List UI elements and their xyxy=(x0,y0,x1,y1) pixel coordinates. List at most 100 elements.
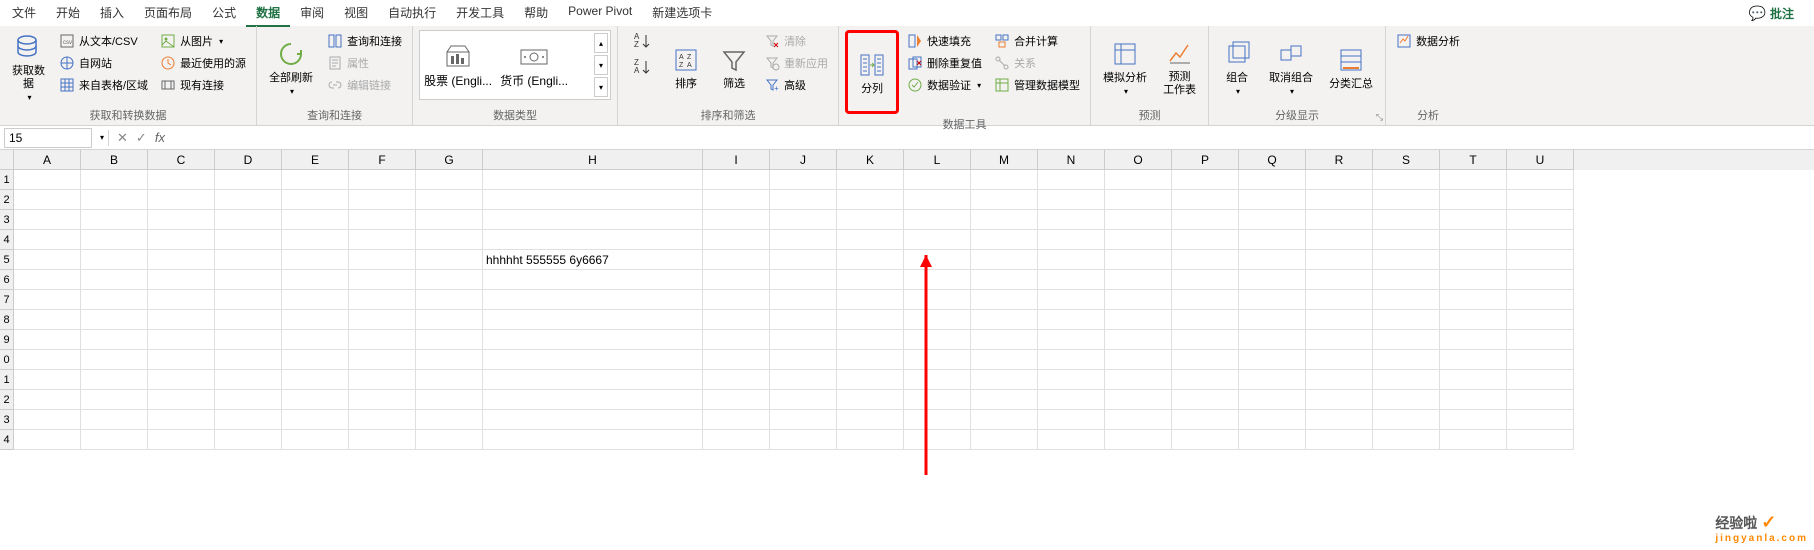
cell[interactable] xyxy=(1440,170,1507,190)
row-header[interactable]: 3 xyxy=(0,410,14,430)
cell[interactable] xyxy=(81,210,148,230)
cell[interactable] xyxy=(703,410,770,430)
cell[interactable] xyxy=(1239,390,1306,410)
cell[interactable] xyxy=(1306,250,1373,270)
cell[interactable] xyxy=(215,430,282,450)
cell[interactable] xyxy=(14,210,81,230)
cell[interactable] xyxy=(1507,230,1574,250)
cell[interactable] xyxy=(1172,190,1239,210)
cell[interactable] xyxy=(1440,410,1507,430)
cell[interactable] xyxy=(971,390,1038,410)
cell[interactable] xyxy=(282,230,349,250)
cell[interactable] xyxy=(1306,190,1373,210)
cell[interactable] xyxy=(1105,350,1172,370)
col-header[interactable]: O xyxy=(1105,150,1172,170)
cell[interactable] xyxy=(215,270,282,290)
cell[interactable] xyxy=(483,350,703,370)
cell[interactable] xyxy=(770,330,837,350)
cell[interactable] xyxy=(416,390,483,410)
cell[interactable] xyxy=(416,330,483,350)
cell[interactable] xyxy=(483,390,703,410)
cell[interactable] xyxy=(1239,210,1306,230)
select-all-corner[interactable] xyxy=(0,150,14,170)
cell[interactable] xyxy=(904,330,971,350)
cell[interactable] xyxy=(1373,370,1440,390)
cell[interactable] xyxy=(14,350,81,370)
cell[interactable] xyxy=(1105,430,1172,450)
cell[interactable] xyxy=(349,290,416,310)
cell[interactable] xyxy=(971,290,1038,310)
cell[interactable] xyxy=(1507,270,1574,290)
ungroup-button[interactable]: 取消组合 ▾ xyxy=(1263,30,1319,104)
cell[interactable] xyxy=(1373,310,1440,330)
cell[interactable] xyxy=(1373,430,1440,450)
dialog-launcher-icon[interactable]: ⤡ xyxy=(1376,112,1383,123)
cell[interactable] xyxy=(1172,210,1239,230)
cell[interactable] xyxy=(1373,170,1440,190)
cell[interactable] xyxy=(1373,210,1440,230)
cell[interactable] xyxy=(1038,230,1105,250)
cell[interactable] xyxy=(215,390,282,410)
filter-button[interactable]: 筛选 xyxy=(712,30,756,104)
cancel-formula-icon[interactable]: ✕ xyxy=(117,130,128,146)
cell[interactable] xyxy=(148,370,215,390)
cell[interactable] xyxy=(148,170,215,190)
cell[interactable] xyxy=(904,190,971,210)
cell[interactable] xyxy=(837,350,904,370)
cell[interactable] xyxy=(1105,330,1172,350)
row-header[interactable]: 8 xyxy=(0,310,14,330)
cell[interactable] xyxy=(416,250,483,270)
cell[interactable] xyxy=(282,210,349,230)
cell[interactable] xyxy=(1373,270,1440,290)
cell[interactable] xyxy=(148,410,215,430)
reapply-button[interactable]: 重新应用 xyxy=(760,52,832,74)
cell[interactable] xyxy=(14,310,81,330)
cell[interactable] xyxy=(215,170,282,190)
col-header[interactable]: D xyxy=(215,150,282,170)
cell[interactable] xyxy=(81,370,148,390)
cell[interactable] xyxy=(1440,430,1507,450)
cell[interactable] xyxy=(282,170,349,190)
cell[interactable] xyxy=(349,330,416,350)
cell[interactable] xyxy=(14,430,81,450)
comments-button[interactable]: 💬 批注 xyxy=(1741,3,1802,24)
col-header[interactable]: N xyxy=(1038,150,1105,170)
cell[interactable] xyxy=(1440,350,1507,370)
cell[interactable] xyxy=(1105,410,1172,430)
cell[interactable] xyxy=(14,370,81,390)
cell[interactable]: hhhhht 555555 6y6667 xyxy=(483,250,703,270)
cell[interactable] xyxy=(148,210,215,230)
cell[interactable] xyxy=(1507,210,1574,230)
cell[interactable] xyxy=(770,190,837,210)
data-type-gallery[interactable]: 股票 (Engli... 货币 (Engli... ▴ ▾ ▾ xyxy=(419,30,611,100)
cell[interactable] xyxy=(1172,370,1239,390)
cell[interactable] xyxy=(1038,330,1105,350)
data-validation-button[interactable]: 数据验证 ▾ xyxy=(903,74,986,96)
cell[interactable] xyxy=(1373,350,1440,370)
col-header[interactable]: C xyxy=(148,150,215,170)
cell[interactable] xyxy=(483,310,703,330)
cell[interactable] xyxy=(770,310,837,330)
cell[interactable] xyxy=(837,390,904,410)
cell[interactable] xyxy=(971,310,1038,330)
cell[interactable] xyxy=(837,190,904,210)
cell[interactable] xyxy=(1105,190,1172,210)
col-header[interactable]: L xyxy=(904,150,971,170)
cell[interactable] xyxy=(1239,330,1306,350)
cell[interactable] xyxy=(1373,390,1440,410)
cell[interactable] xyxy=(1306,410,1373,430)
sort-asc-button[interactable]: AZ xyxy=(628,30,656,52)
row-header[interactable]: 5 xyxy=(0,250,14,270)
cell[interactable] xyxy=(1105,390,1172,410)
cell[interactable] xyxy=(1172,230,1239,250)
cell[interactable] xyxy=(349,270,416,290)
cell[interactable] xyxy=(971,230,1038,250)
cell[interactable] xyxy=(1239,250,1306,270)
cell[interactable] xyxy=(215,350,282,370)
cell[interactable] xyxy=(1507,430,1574,450)
cell[interactable] xyxy=(1038,270,1105,290)
queries-conn-button[interactable]: 查询和连接 xyxy=(323,30,406,52)
cell[interactable] xyxy=(971,170,1038,190)
cell[interactable] xyxy=(1373,190,1440,210)
cell[interactable] xyxy=(1172,410,1239,430)
